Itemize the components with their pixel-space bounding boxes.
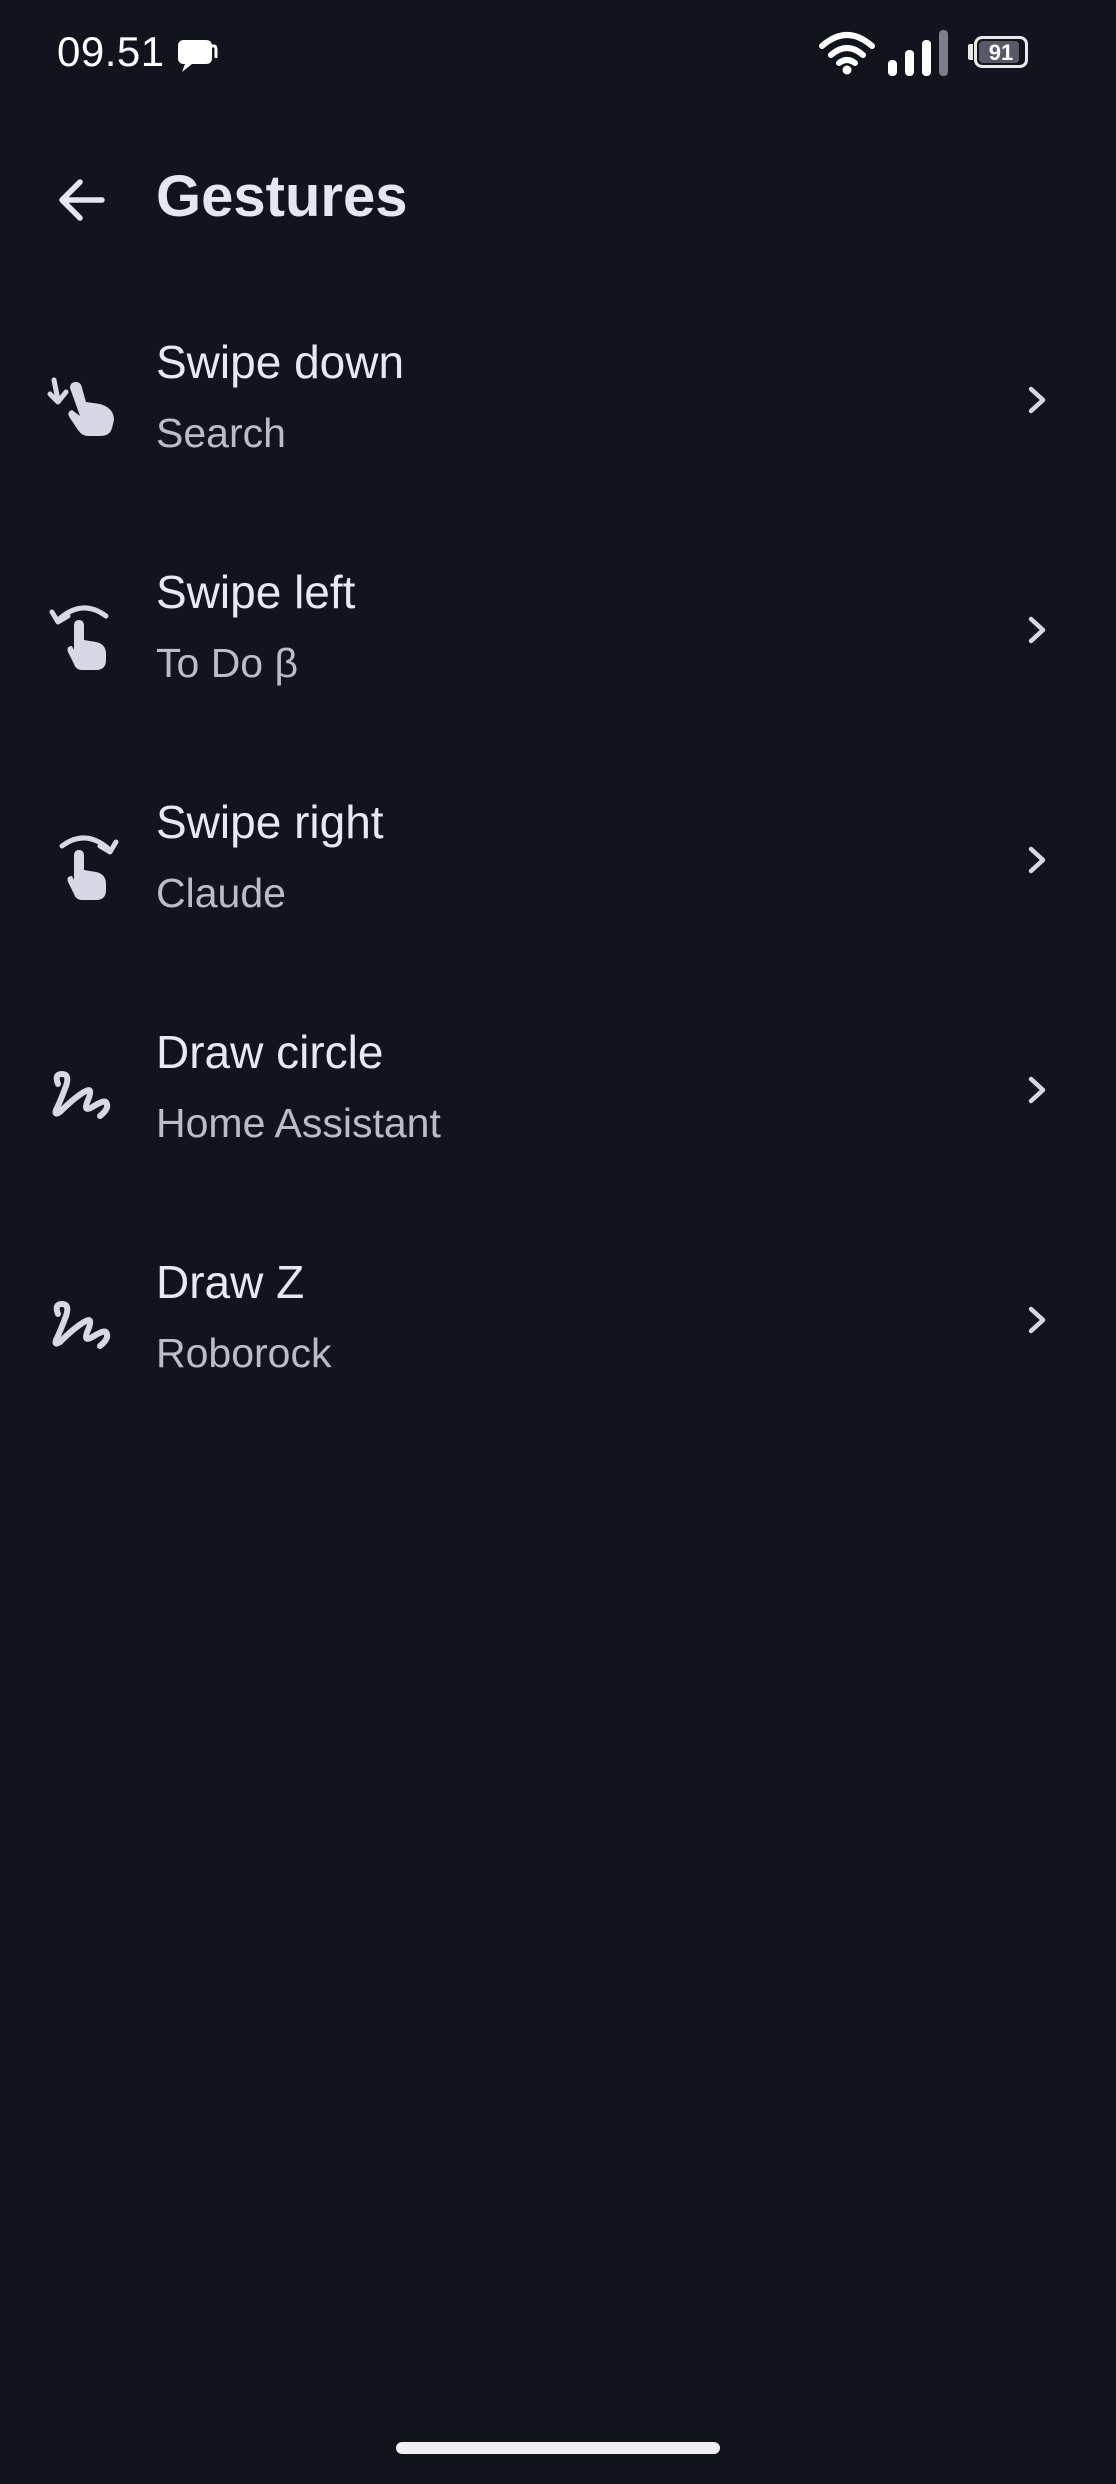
gesture-title: Swipe right	[156, 796, 384, 848]
gesture-title: Swipe down	[156, 336, 405, 388]
draw-gesture-icon	[52, 1301, 111, 1349]
gesture-action: Search	[156, 410, 286, 456]
battery-cap	[968, 44, 973, 60]
gesture-action: To Do β	[156, 640, 299, 686]
status-time: 09.51	[57, 28, 165, 75]
battery-level: 91	[988, 40, 1014, 65]
gesture-action: Home Assistant	[156, 1100, 441, 1146]
app-bar: Gestures	[0, 150, 1116, 242]
page-title: Gestures	[156, 164, 408, 229]
wifi-icon	[819, 32, 875, 75]
gesture-list: Swipe down Search Swipe left To Do β Swi…	[0, 310, 1116, 1460]
gesture-item-swipe-left[interactable]: Swipe left To Do β	[0, 540, 1116, 770]
gesture-action: Claude	[156, 870, 286, 916]
arrow-back-icon[interactable]	[44, 160, 124, 240]
gesture-item-draw-circle[interactable]: Draw circle Home Assistant	[0, 1000, 1116, 1230]
chevron-right-icon	[1028, 1076, 1046, 1104]
swipe-right-icon	[59, 835, 119, 900]
status-bar: 09.51 91	[0, 0, 1116, 110]
chat-bubble-icon	[178, 40, 218, 72]
draw-gesture-icon	[52, 1071, 111, 1119]
gesture-title: Draw Z	[156, 1256, 305, 1308]
chevron-right-icon	[1028, 1306, 1046, 1334]
chevron-right-icon	[1028, 386, 1046, 414]
swipe-left-icon	[49, 605, 109, 670]
home-indicator[interactable]	[396, 2442, 720, 2454]
gesture-title: Draw circle	[156, 1026, 384, 1078]
cellular-signal-icon	[888, 30, 948, 76]
gesture-item-draw-z[interactable]: Draw Z Roborock	[0, 1230, 1116, 1460]
swipe-down-icon	[47, 377, 114, 436]
chevron-right-icon	[1028, 616, 1046, 644]
gesture-item-swipe-down[interactable]: Swipe down Search	[0, 310, 1116, 540]
chevron-right-icon	[1028, 846, 1046, 874]
gesture-action: Roborock	[156, 1330, 332, 1376]
battery-body: 91	[974, 36, 1028, 68]
gesture-title: Swipe left	[156, 566, 356, 618]
gesture-item-swipe-right[interactable]: Swipe right Claude	[0, 770, 1116, 1000]
battery-indicator: 91	[968, 36, 1034, 72]
